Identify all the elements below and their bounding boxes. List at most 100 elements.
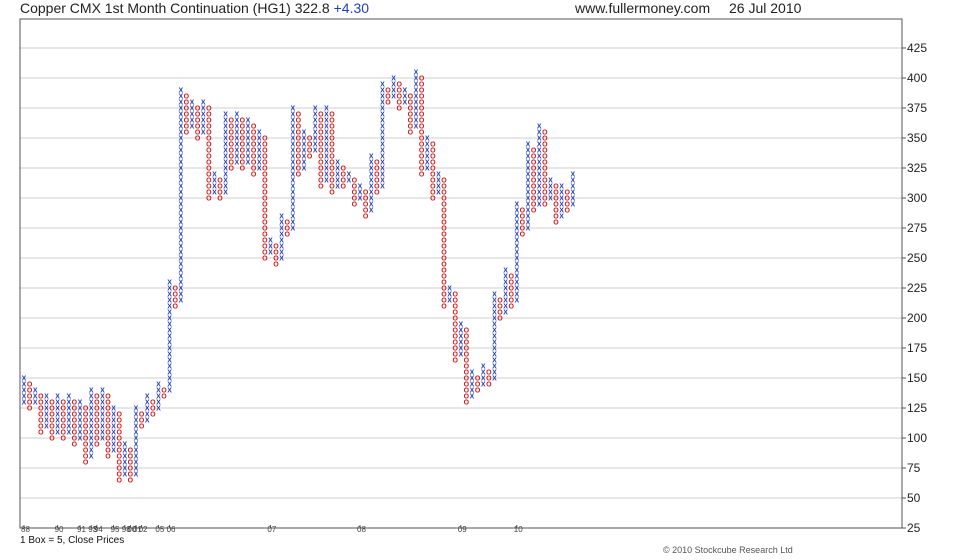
o-box: O — [83, 460, 89, 467]
o-box: O — [464, 358, 470, 365]
x-box: X — [89, 448, 94, 455]
o-box: O — [38, 430, 44, 437]
o-box: O — [419, 172, 425, 179]
x-box: X — [514, 298, 519, 305]
x-box: X — [380, 178, 385, 185]
o-box: O — [262, 154, 268, 161]
o-box: O — [262, 208, 268, 215]
o-box: O — [419, 100, 425, 107]
x-box: X — [134, 454, 139, 461]
o-box: O — [105, 454, 111, 461]
x-box: X — [369, 208, 374, 215]
x-box: X — [290, 196, 295, 203]
o-box: O — [441, 232, 447, 239]
o-box: O — [352, 202, 358, 209]
o-box: O — [441, 244, 447, 251]
o-box: O — [441, 238, 447, 245]
o-box: O — [441, 196, 447, 203]
pnf-chart: 25 50 75 100 125 150 175 200 225 250 275 300 325 350 3… — [19, 18, 927, 535]
o-box: O — [441, 250, 447, 257]
y-tick-label: 275 — [907, 221, 927, 235]
x-box: X — [178, 280, 183, 287]
o-box: O — [542, 130, 548, 137]
o-box: O — [262, 226, 268, 233]
o-box: O — [464, 352, 470, 359]
x-box: X — [178, 292, 183, 299]
o-box: O — [419, 88, 425, 95]
o-box: O — [262, 166, 268, 173]
x-box: X — [570, 196, 575, 203]
x-box: X — [178, 154, 183, 161]
x-box: X — [178, 178, 183, 185]
y-tick-label: 175 — [907, 341, 927, 355]
o-box: O — [329, 118, 335, 125]
x-box: X — [178, 166, 183, 173]
x-box: X — [290, 208, 295, 215]
x-tick-label: 91 — [77, 525, 86, 534]
x-box: X — [290, 220, 295, 227]
x-box: X — [302, 166, 307, 173]
y-tick-label: 50 — [907, 491, 921, 505]
x-box: X — [380, 184, 385, 191]
o-box: O — [49, 436, 55, 443]
x-box: X — [178, 142, 183, 149]
x-box: X — [178, 214, 183, 221]
o-box: O — [128, 478, 134, 485]
x-box: X — [167, 346, 172, 353]
x-box: X — [290, 178, 295, 185]
x-box: X — [178, 262, 183, 269]
x-box: X — [492, 328, 497, 335]
x-box: X — [492, 364, 497, 371]
o-box: O — [262, 190, 268, 197]
x-box: X — [279, 256, 284, 263]
o-box: O — [296, 112, 302, 119]
o-box: O — [94, 442, 100, 449]
o-box: O — [564, 208, 570, 215]
o-box: O — [206, 142, 212, 149]
o-box: O — [497, 316, 503, 323]
o-box: O — [206, 154, 212, 161]
x-box: X — [526, 220, 531, 227]
o-box: O — [262, 256, 268, 263]
x-box: X — [178, 286, 183, 293]
x-box: X — [178, 238, 183, 245]
x-box: X — [279, 238, 284, 245]
o-box: O — [452, 298, 458, 305]
x-box: X — [178, 196, 183, 203]
x-tick-label: 88 — [21, 525, 30, 534]
o-box: O — [206, 130, 212, 137]
x-box: X — [178, 136, 183, 143]
x-box: X — [89, 454, 94, 461]
y-tick-label: 375 — [907, 101, 927, 115]
x-box: X — [526, 214, 531, 221]
x-box: X — [178, 256, 183, 263]
o-box: O — [441, 184, 447, 191]
o-box: O — [184, 130, 190, 137]
x-box: X — [167, 376, 172, 383]
x-box: X — [290, 190, 295, 197]
o-box: O — [195, 136, 201, 143]
o-box: O — [441, 226, 447, 233]
x-box: X — [134, 448, 139, 455]
o-box: O — [139, 424, 145, 431]
x-box: X — [380, 160, 385, 167]
y-tick-label: 100 — [907, 431, 927, 445]
x-box: X — [178, 220, 183, 227]
o-box: O — [206, 196, 212, 203]
o-box: O — [542, 136, 548, 143]
x-box: X — [290, 202, 295, 209]
x-box: X — [290, 214, 295, 221]
o-box: O — [262, 142, 268, 149]
x-box: X — [570, 202, 575, 209]
o-box: O — [284, 232, 290, 239]
x-box: X — [223, 172, 228, 179]
x-box: X — [514, 244, 519, 251]
o-box: O — [542, 148, 548, 155]
x-box: X — [380, 136, 385, 143]
o-box: O — [441, 268, 447, 275]
x-box: X — [167, 370, 172, 377]
x-box: X — [167, 382, 172, 389]
x-box: X — [279, 244, 284, 251]
o-box: O — [542, 166, 548, 173]
o-box: O — [419, 112, 425, 119]
